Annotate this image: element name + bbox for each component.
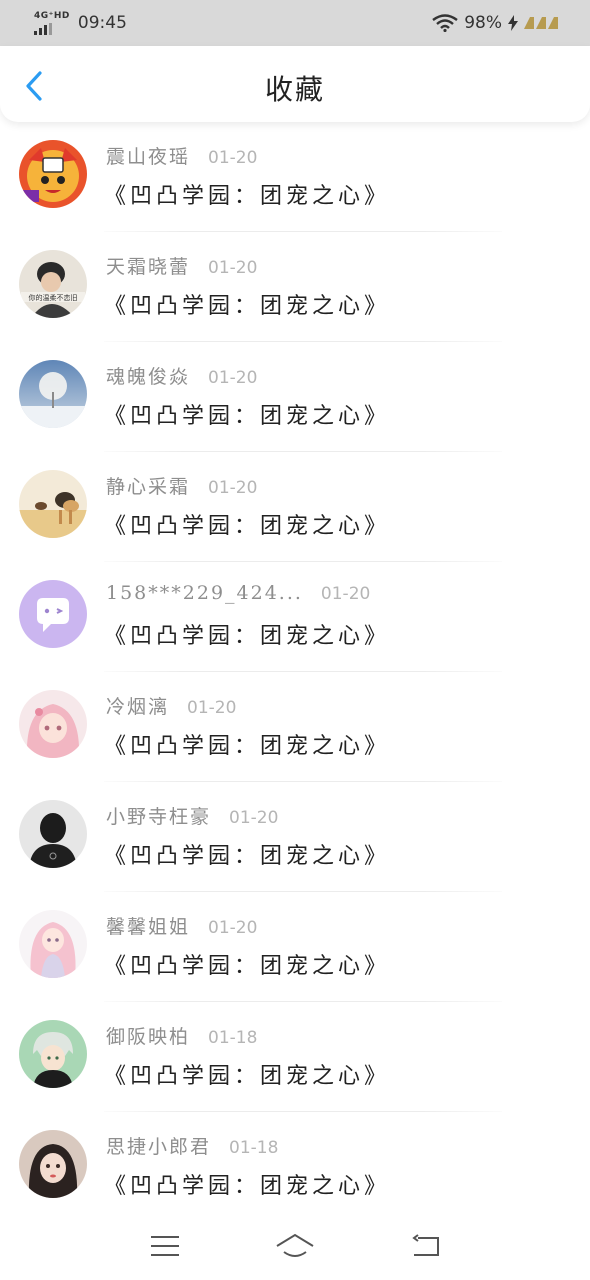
back-nav-button[interactable] — [400, 1226, 450, 1266]
item-meta: 御阪映柏 01-18 — [106, 1022, 257, 1049]
item-meta: 馨馨姐姐 01-20 — [106, 912, 257, 939]
battery-icon — [524, 17, 558, 29]
item-meta: 魂魄俊焱 01-20 — [106, 362, 257, 389]
avatar — [19, 910, 87, 978]
book-title: 《凹凸学园：团宠之心》 — [104, 404, 391, 429]
avatar — [19, 690, 87, 758]
item-date: 01-20 — [208, 918, 258, 938]
list-item[interactable]: 冷烟漓 01-20 《凹凸学园：团宠之心》 — [0, 672, 590, 782]
user-name: 冷烟漓 — [106, 696, 170, 718]
item-date: 01-20 — [320, 584, 371, 604]
list-item[interactable]: 震山夜瑶 01-20 《凹凸学园：团宠之心》 — [0, 122, 590, 232]
item-meta: 震山夜瑶 01-20 — [106, 142, 257, 169]
avatar-caption: 你的温柔不恋旧 — [29, 293, 78, 302]
item-date: 01-20 — [229, 808, 279, 828]
page-title: 收藏 — [264, 73, 325, 106]
book-title: 《凹凸学园：团宠之心》 — [104, 294, 391, 319]
menu-button[interactable] — [140, 1226, 190, 1266]
user-name: 天霜晓蕾 — [106, 256, 191, 278]
item-meta: 158***229_424... 01-20 — [106, 582, 370, 604]
avatar — [19, 1020, 87, 1088]
avatar — [19, 800, 87, 868]
user-name: 158***229_424... — [106, 582, 303, 604]
item-date: 01-18 — [208, 1028, 258, 1048]
user-name: 馨馨姐姐 — [106, 916, 191, 938]
item-meta: 天霜晓蕾 01-20 — [106, 252, 257, 279]
list-item[interactable]: 思捷小郎君 01-18 《凹凸学园：团宠之心》 — [0, 1112, 590, 1222]
avatar — [19, 360, 87, 428]
status-right: 98% — [432, 13, 558, 33]
app-header: 收藏 — [0, 46, 590, 122]
avatar — [19, 580, 87, 648]
avatar: 你的温柔不恋旧 — [19, 250, 87, 318]
item-meta: 冷烟漓 01-20 — [106, 692, 236, 719]
avatar — [19, 140, 87, 208]
user-name: 震山夜瑶 — [106, 146, 191, 168]
back-icon — [412, 1234, 439, 1256]
list-item[interactable]: 魂魄俊焱 01-20 《凹凸学园：团宠之心》 — [0, 342, 590, 452]
avatar — [19, 470, 87, 538]
menu-icon — [151, 1236, 179, 1256]
user-name: 静心采霜 — [106, 476, 191, 498]
item-date: 01-20 — [187, 698, 237, 718]
list-item[interactable]: 静心采霜 01-20 《凹凸学园：团宠之心》 — [0, 452, 590, 562]
book-title: 《凹凸学园：团宠之心》 — [104, 954, 391, 979]
home-button[interactable] — [270, 1226, 320, 1266]
item-date: 01-20 — [208, 148, 258, 168]
signal-icon — [34, 22, 52, 35]
book-title: 《凹凸学园：团宠之心》 — [104, 184, 391, 209]
network-type: 4G⁺HD — [34, 10, 70, 21]
book-title: 《凹凸学园：团宠之心》 — [104, 844, 391, 869]
book-title: 《凹凸学园：团宠之心》 — [104, 734, 391, 759]
list-item[interactable]: 小野寺枉豪 01-20 《凹凸学园：团宠之心》 — [0, 782, 590, 892]
book-title: 《凹凸学园：团宠之心》 — [104, 1064, 391, 1089]
network-indicator: 4G⁺HD — [34, 10, 70, 35]
battery-percent: 98% — [464, 13, 502, 33]
system-nav-bar — [0, 1212, 590, 1280]
item-meta: 思捷小郎君 01-18 — [106, 1132, 278, 1159]
list-item[interactable]: 馨馨姐姐 01-20 《凹凸学园：团宠之心》 — [0, 892, 590, 1002]
user-name: 御阪映柏 — [106, 1026, 191, 1048]
charging-icon — [508, 15, 518, 31]
book-title: 《凹凸学园：团宠之心》 — [104, 624, 391, 649]
wifi-icon — [432, 14, 458, 32]
avatar — [19, 1130, 87, 1198]
list-item[interactable]: 158***229_424... 01-20 《凹凸学园：团宠之心》 — [0, 562, 590, 672]
book-title: 《凹凸学园：团宠之心》 — [104, 514, 391, 539]
status-left: 4G⁺HD 09:45 — [34, 10, 127, 35]
user-name: 魂魄俊焱 — [106, 366, 191, 388]
item-date: 01-20 — [208, 258, 258, 278]
item-meta: 小野寺枉豪 01-20 — [106, 802, 278, 829]
item-date: 01-18 — [229, 1138, 279, 1158]
item-date: 01-20 — [208, 368, 258, 388]
list-item[interactable]: 御阪映柏 01-18 《凹凸学园：团宠之心》 — [0, 1002, 590, 1112]
status-bar: 4G⁺HD 09:45 98% — [0, 0, 590, 46]
favorites-list: 震山夜瑶 01-20 《凹凸学园：团宠之心》 你的温柔不恋旧 天霜晓蕾 01-2… — [0, 122, 590, 1222]
user-name: 思捷小郎君 — [106, 1136, 212, 1158]
item-meta: 静心采霜 01-20 — [106, 472, 257, 499]
clock: 09:45 — [77, 13, 127, 33]
item-date: 01-20 — [208, 478, 258, 498]
book-title: 《凹凸学园：团宠之心》 — [104, 1174, 391, 1199]
list-item[interactable]: 你的温柔不恋旧 天霜晓蕾 01-20 《凹凸学园：团宠之心》 — [0, 232, 590, 342]
home-icon — [276, 1233, 314, 1257]
user-name: 小野寺枉豪 — [106, 806, 212, 828]
